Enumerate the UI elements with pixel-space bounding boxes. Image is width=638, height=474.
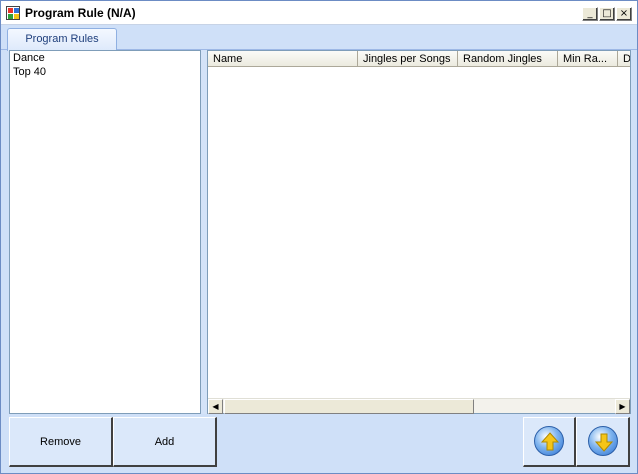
- scroll-left-icon[interactable]: ◀: [208, 399, 223, 414]
- move-up-button[interactable]: [523, 417, 576, 467]
- program-rule-list[interactable]: Dance Top 40: [9, 50, 201, 414]
- rules-grid[interactable]: Name Jingles per Songs Random Jingles Mi…: [207, 50, 631, 414]
- list-item-top-40[interactable]: Top 40: [10, 65, 200, 79]
- column-header-name[interactable]: Name: [208, 51, 358, 66]
- column-header-min-ra[interactable]: Min Ra...: [558, 51, 618, 66]
- scroll-thumb[interactable]: [224, 399, 474, 414]
- column-header-d[interactable]: D: [618, 51, 630, 66]
- grid-body[interactable]: [208, 67, 630, 398]
- scroll-right-icon[interactable]: ▶: [615, 399, 630, 414]
- app-icon[interactable]: [6, 6, 20, 20]
- list-item-dance[interactable]: Dance: [10, 51, 200, 65]
- minimize-button[interactable]: _: [582, 7, 598, 21]
- horizontal-scrollbar[interactable]: ◀ ▶: [208, 398, 630, 414]
- program-rule-window: Program Rule (N/A) _ □ × Program Rules D…: [0, 0, 638, 474]
- title-bar[interactable]: Program Rule (N/A) _ □ ×: [1, 1, 637, 25]
- arrow-down-circle-icon: [587, 425, 618, 456]
- bottom-toolbar: Remove Add: [1, 414, 637, 473]
- add-button[interactable]: Add: [113, 417, 217, 467]
- arrow-up-circle-icon: [534, 425, 564, 456]
- remove-button[interactable]: Remove: [9, 417, 113, 467]
- tab-strip: Program Rules: [1, 26, 637, 51]
- close-button[interactable]: ×: [616, 7, 632, 21]
- column-header-random-jingles[interactable]: Random Jingles: [458, 51, 558, 66]
- move-down-button[interactable]: [576, 417, 630, 467]
- window-title: Program Rule (N/A): [25, 6, 136, 20]
- grid-header: Name Jingles per Songs Random Jingles Mi…: [208, 51, 630, 67]
- maximize-button[interactable]: □: [599, 7, 615, 21]
- column-header-jingles-per-songs[interactable]: Jingles per Songs: [358, 51, 458, 66]
- tab-program-rules[interactable]: Program Rules: [7, 28, 117, 51]
